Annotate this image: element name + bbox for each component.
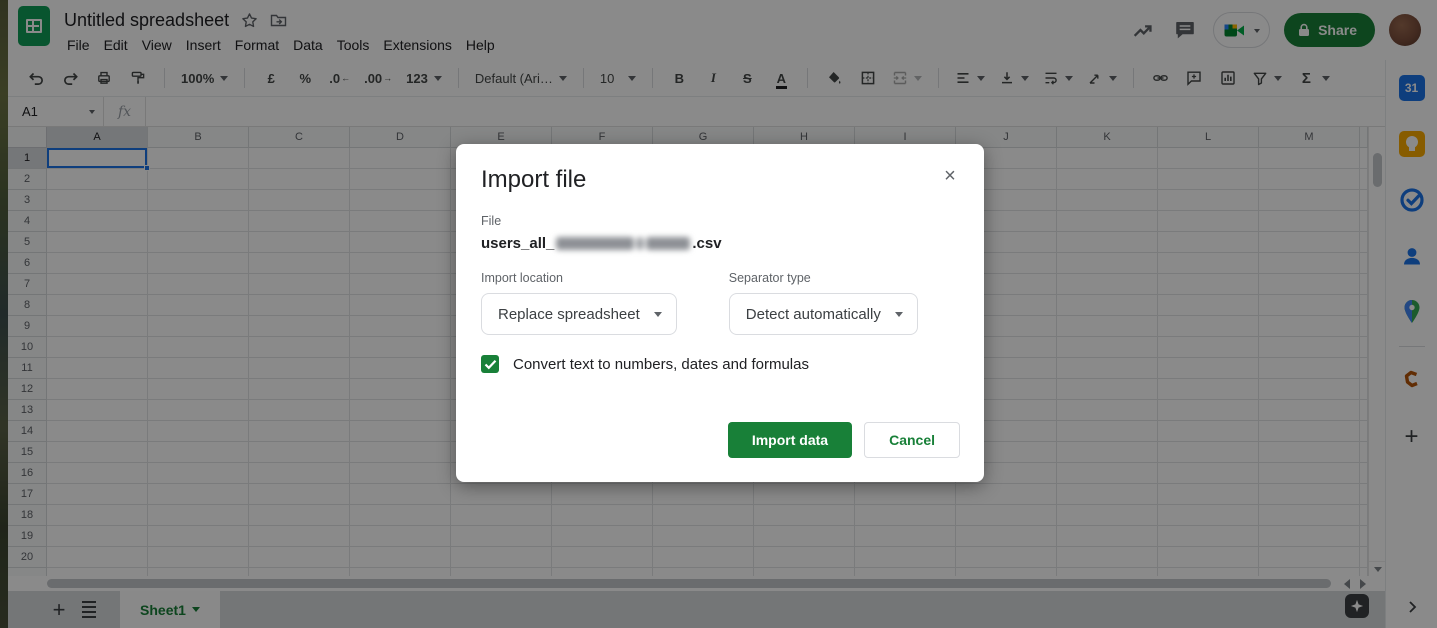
filename-suffix: .csv — [692, 235, 721, 252]
separator-type-field: Separator type Detect automatically — [729, 271, 918, 335]
check-icon — [484, 359, 497, 370]
separator-type-value: Detect automatically — [746, 306, 881, 323]
convert-checkbox[interactable] — [481, 355, 499, 373]
redacted-filename-segment — [556, 237, 690, 250]
filename: users_all_ .csv — [481, 233, 960, 253]
convert-checkbox-row: Convert text to numbers, dates and formu… — [481, 355, 960, 373]
import-location-value: Replace spreadsheet — [498, 306, 640, 323]
import-location-caret — [654, 312, 662, 321]
dialog-title: Import file — [481, 166, 960, 198]
convert-checkbox-label[interactable]: Convert text to numbers, dates and formu… — [513, 356, 809, 373]
separator-type-caret — [895, 312, 903, 321]
import-location-select[interactable]: Replace spreadsheet — [481, 293, 677, 335]
import-data-button[interactable]: Import data — [728, 422, 852, 458]
filename-prefix: users_all_ — [481, 235, 554, 252]
import-location-field: Import location Replace spreadsheet — [481, 271, 677, 335]
cancel-button[interactable]: Cancel — [864, 422, 960, 458]
separator-type-select[interactable]: Detect automatically — [729, 293, 918, 335]
import-location-label: Import location — [481, 271, 677, 287]
import-file-dialog: Import file × File users_all_ .csv Impor… — [456, 144, 984, 482]
file-label: File — [481, 214, 960, 229]
screen: Untitled spreadsheet FileEditViewInsertF… — [0, 0, 1437, 628]
close-icon[interactable]: × — [934, 160, 966, 192]
separator-type-label: Separator type — [729, 271, 918, 287]
